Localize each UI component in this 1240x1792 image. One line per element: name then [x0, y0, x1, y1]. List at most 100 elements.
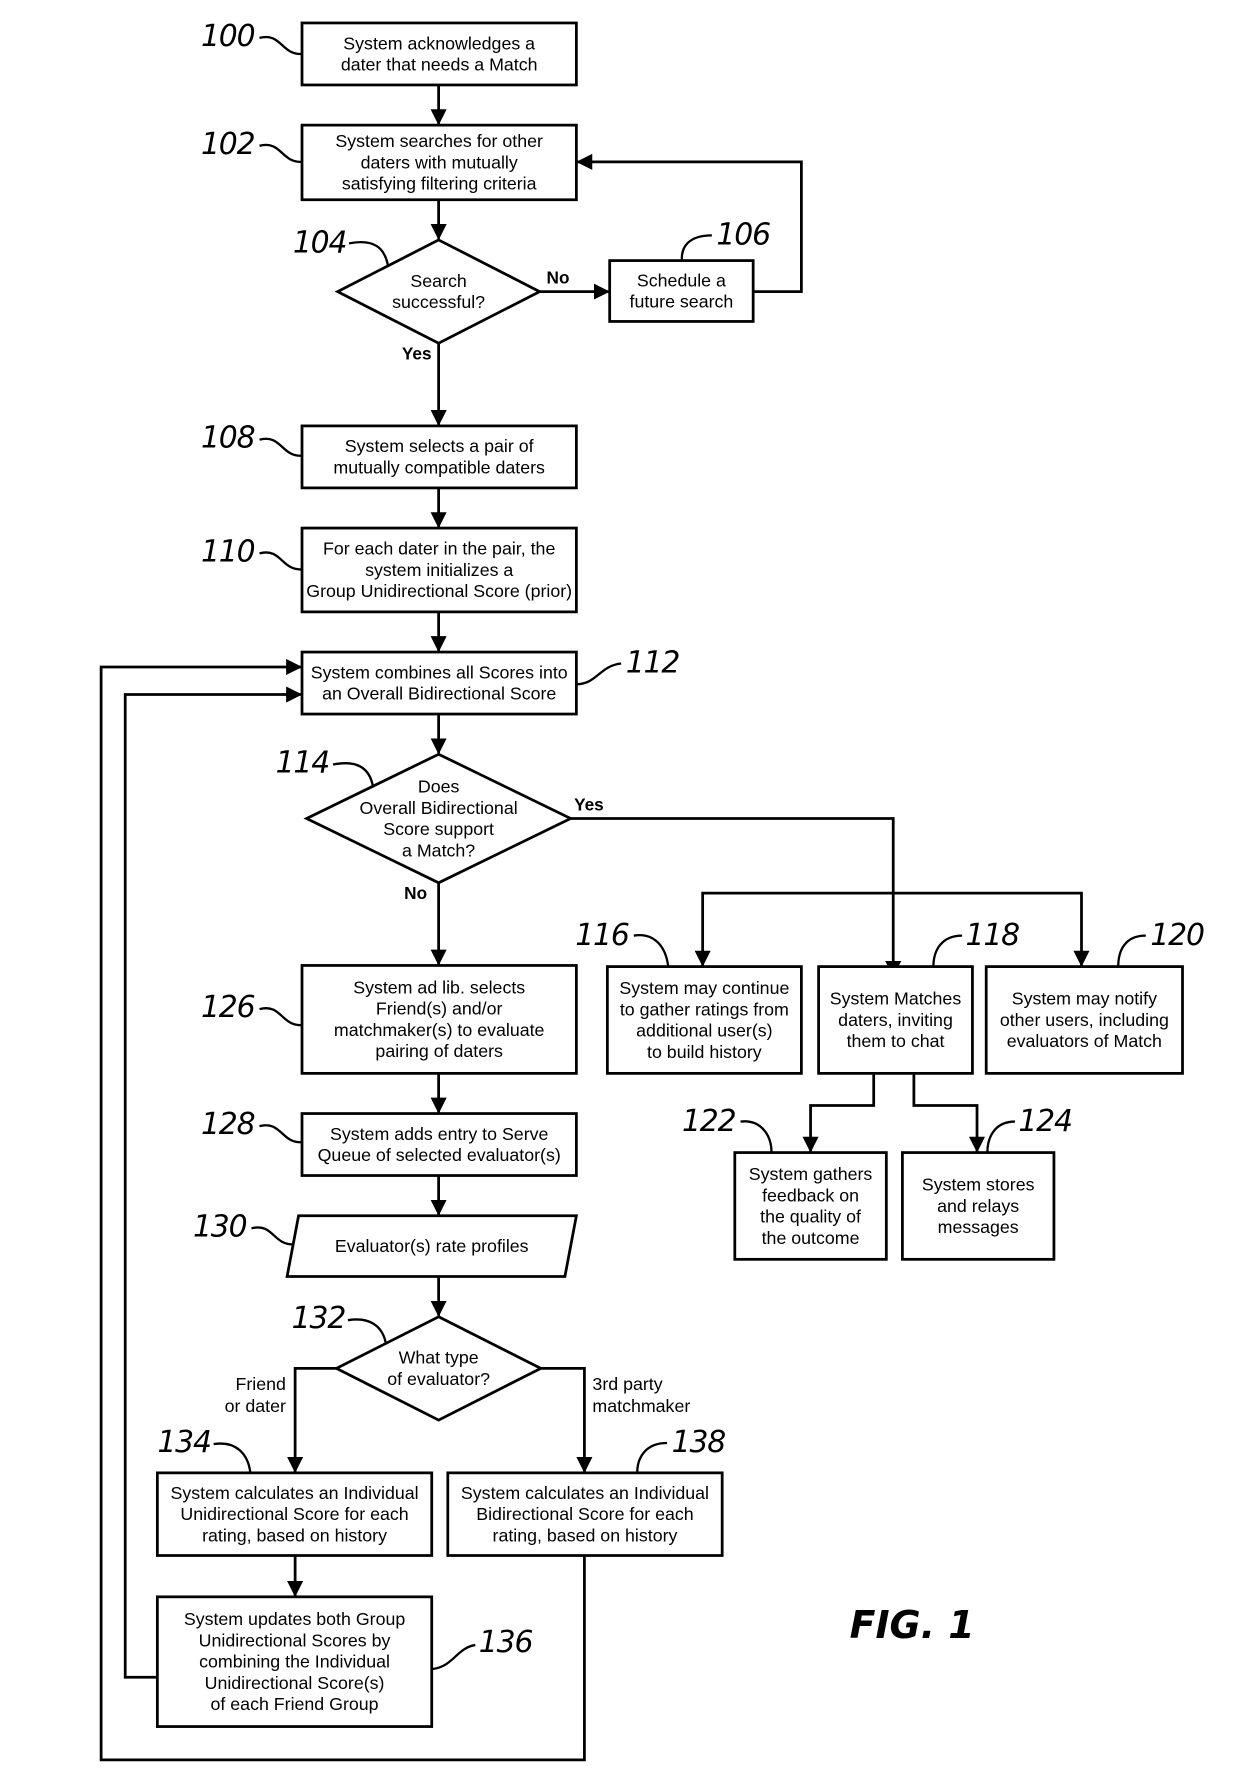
leader-126 — [259, 1007, 303, 1027]
node-100-text-line: System acknowledges a — [343, 33, 535, 53]
ref-122: 122 — [682, 1104, 736, 1139]
node-106-text-line: Schedule a — [637, 270, 726, 290]
leader-102 — [259, 143, 303, 164]
leader-122 — [740, 1120, 773, 1153]
ref-114: 114 — [276, 746, 330, 781]
node-114-text-line: Score support — [383, 819, 494, 839]
leader-138 — [636, 1441, 668, 1473]
label-friend-or-dater-1: Friend — [236, 1374, 286, 1394]
node-114-text-line: a Match? — [402, 840, 475, 860]
node-108-text-line: System selects a pair of — [345, 436, 534, 456]
label-search-no: No — [547, 268, 570, 288]
leader-134 — [213, 1442, 252, 1474]
node-102-text-line: daters with mutually — [361, 152, 518, 172]
leader-100 — [259, 35, 303, 56]
node-106-text-line: future search — [630, 292, 734, 312]
node-116-text-line: System may continue — [619, 978, 789, 998]
node-134-text-line: Unidirectional Score for each — [180, 1504, 408, 1524]
node-110-text-line: For each dater in the pair, the — [323, 539, 555, 559]
ref-136: 136 — [479, 1625, 533, 1660]
leader-120 — [1117, 934, 1146, 967]
flowchart-figure: System acknowledges a dater that needs a … — [0, 0, 1240, 1792]
node-130-text-line: Evaluator(s) rate profiles — [335, 1236, 529, 1256]
node-136-text-line: Unidirectional Scores by — [199, 1630, 391, 1650]
leader-114 — [332, 762, 375, 788]
ref-116: 116 — [575, 918, 629, 953]
node-100-text-line: dater that needs a Match — [341, 55, 538, 75]
label-match-no: No — [404, 883, 427, 903]
node-108-text-line: mutually compatible daters — [333, 457, 545, 477]
node-118-text-line: daters, inviting — [838, 1010, 953, 1030]
node-126-text-line: matchmaker(s) to evaluate — [334, 1020, 545, 1040]
edge-132-138 — [540, 1367, 593, 1474]
label-match-yes: Yes — [574, 794, 604, 814]
ref-118: 118 — [966, 918, 1020, 953]
node-128-text-line: System adds entry to Serve — [330, 1124, 549, 1144]
ref-128: 128 — [201, 1107, 255, 1142]
node-116-text-line: to gather ratings from — [620, 999, 789, 1019]
leader-110 — [259, 551, 303, 571]
node-126-text-line: System ad lib. selects — [353, 977, 525, 997]
node-118-text-line: them to chat — [847, 1031, 945, 1051]
node-114-text-line: Overall Bidirectional — [360, 798, 518, 818]
ref-134: 134 — [157, 1425, 211, 1460]
ref-112: 112 — [626, 646, 680, 681]
node-136-text-line: combining the Individual — [199, 1652, 390, 1672]
edge-118-122 — [802, 1073, 876, 1153]
node-126-text-line: Friend(s) and/or — [376, 999, 503, 1019]
node-120-text-line: evaluators of Match — [1007, 1031, 1162, 1051]
node-136-text-line: of each Friend Group — [211, 1694, 379, 1714]
ref-138: 138 — [672, 1425, 726, 1460]
node-132-text-line: What type — [399, 1348, 479, 1368]
node-122-text-line: the outcome — [762, 1228, 860, 1248]
node-102-text-line: System searches for other — [335, 131, 543, 151]
leader-136 — [431, 1643, 476, 1671]
node-124-text-line: System stores — [922, 1175, 1035, 1195]
node-122-text-line: feedback on — [762, 1185, 859, 1205]
node-134-text-line: System calculates an Individual — [171, 1483, 419, 1503]
node-138-text-line: System calculates an Individual — [461, 1483, 709, 1503]
node-120-text-line: other users, including — [1000, 1010, 1169, 1030]
label-third-party-1: 3rd party — [592, 1374, 662, 1394]
ref-126: 126 — [201, 990, 255, 1025]
ref-130: 130 — [193, 1209, 247, 1244]
leader-108 — [259, 437, 303, 457]
ref-124: 124 — [1018, 1104, 1071, 1139]
node-134-text-line: rating, based on history — [202, 1525, 387, 1545]
ref-110: 110 — [201, 534, 255, 569]
node-120-text-line: System may notify — [1012, 989, 1157, 1009]
node-102-text-line: satisfying filtering criteria — [342, 174, 537, 194]
leader-128 — [259, 1124, 303, 1144]
ref-120: 120 — [1150, 918, 1204, 953]
node-128-text-line: Queue of selected evaluator(s) — [318, 1145, 561, 1165]
leader-124 — [986, 1120, 1015, 1153]
node-138-text-line: rating, based on history — [493, 1525, 678, 1545]
label-third-party-2: matchmaker — [592, 1396, 690, 1416]
node-126-text-line: pairing of daters — [375, 1041, 503, 1061]
node-136-text-line: System updates both Group — [184, 1609, 406, 1629]
node-112-text-line: an Overall Bidirectional Score — [322, 684, 556, 704]
ref-100: 100 — [201, 19, 255, 54]
figure-caption: FIG. 1 — [850, 1603, 975, 1647]
leader-132 — [347, 1318, 387, 1344]
node-136-text-line: Unidirectional Score(s) — [205, 1673, 385, 1693]
node-104-text-line: Search — [410, 271, 466, 291]
label-friend-or-dater-2: or dater — [225, 1396, 286, 1416]
node-122-text-line: the quality of — [760, 1207, 861, 1227]
edge-132-134 — [287, 1367, 337, 1474]
node-118-text-line: System Matches — [830, 989, 962, 1009]
label-search-yes: Yes — [402, 343, 432, 363]
node-138-text-line: Bidirectional Score for each — [476, 1504, 693, 1524]
leader-106 — [680, 234, 712, 261]
leader-130 — [251, 1226, 295, 1246]
flowchart-svg: System acknowledges adater that needs a … — [99, 19, 1205, 1762]
leader-104 — [348, 241, 390, 267]
ref-132: 132 — [292, 1301, 346, 1336]
ref-102: 102 — [201, 127, 255, 162]
node-114-text-line: Does — [418, 777, 460, 797]
edge-114-116 — [694, 891, 894, 967]
node-124-text-line: messages — [938, 1217, 1019, 1237]
ref-106: 106 — [716, 218, 770, 253]
ref-108: 108 — [201, 421, 255, 456]
ref-104: 104 — [293, 226, 347, 261]
